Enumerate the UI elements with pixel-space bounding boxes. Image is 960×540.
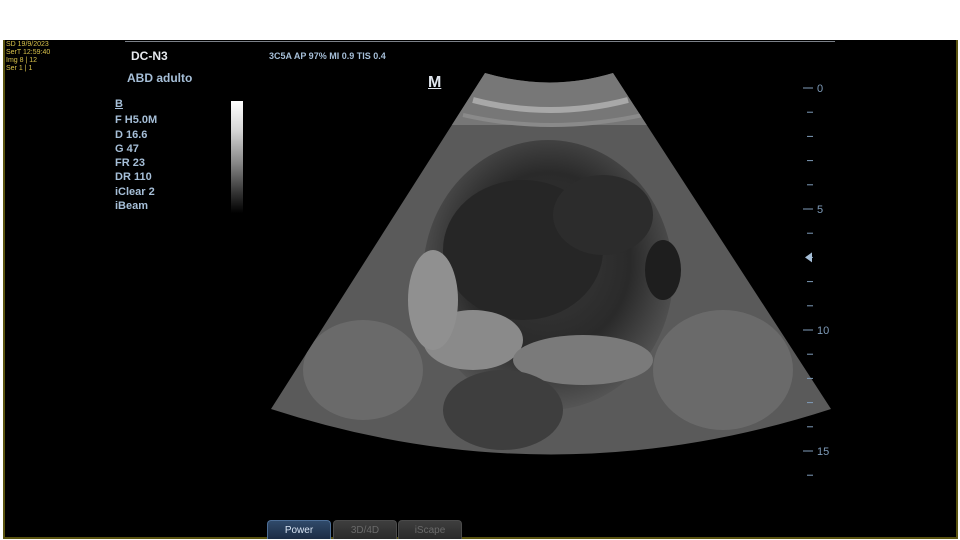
imaging-param: FR 23 [115, 157, 145, 170]
series-counter: Ser 1 | 1 [6, 65, 33, 72]
right-border [956, 40, 958, 539]
bottom-border [3, 537, 958, 539]
depth-label: 15 [817, 446, 829, 458]
tab-label: Power [284, 525, 314, 536]
imaging-param: D 16.6 [115, 128, 148, 141]
imaging-mode: B [115, 98, 123, 110]
scan-sector [271, 73, 831, 455]
tab-label: 3D/4D [350, 525, 380, 536]
tab-iscape[interactable]: iScape [398, 520, 462, 539]
corner-info: SD 19/9/2023 SerT 12:59:40 Img 8 | 12 Se… [6, 41, 50, 73]
tab-3d4d[interactable]: 3D/4D [333, 520, 397, 539]
imaging-param: G 47 [115, 142, 139, 155]
depth-label: 5 [817, 204, 823, 216]
imaging-param: DR 110 [115, 171, 152, 184]
imaging-param: iBeam [115, 200, 149, 213]
exam-preset: ABD adulto [127, 71, 193, 85]
left-border [3, 40, 5, 539]
focus-marker-icon[interactable] [805, 252, 812, 263]
imaging-parameters: B F H5.0M D 16.6 G 47 FR 23 DR 110 iClear 2 iB… [115, 97, 157, 213]
tab-power[interactable]: Power [267, 520, 331, 539]
date-text: SD 19/9/2023 [6, 41, 49, 48]
time-text: SerT 12:59:40 [6, 49, 51, 56]
imaging-param: iClear 2 [115, 185, 155, 198]
orientation-mark: M [428, 74, 442, 91]
depth-label: 0 [817, 83, 823, 95]
ultrasound-screen: SD 19/9/2023 SerT 12:59:40 Img 8 | 12 Se… [3, 40, 958, 539]
imaging-param: F H5.0M [115, 114, 158, 127]
device-title: DC-N3 [131, 49, 168, 63]
header-divider [125, 41, 835, 42]
probe-info: 3C5A AP 97% MI 0.9 TIS 0.4 [269, 51, 386, 61]
tab-label: iScape [414, 525, 446, 536]
depth-label: 10 [817, 325, 829, 337]
grayscale-bar [231, 101, 243, 213]
depth-scale: 0 5 10 15 [803, 83, 829, 476]
image-counter: Img 8 | 12 [6, 57, 38, 64]
